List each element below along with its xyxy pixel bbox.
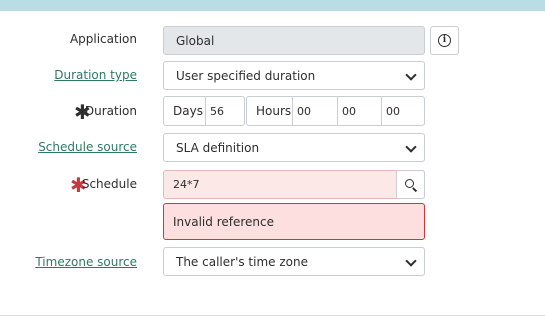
application-field: Global (163, 26, 425, 55)
application-label: Application (69, 32, 137, 46)
header-band (0, 0, 545, 11)
schedule-lookup-button[interactable] (396, 170, 425, 199)
schedule-label: Schedule (81, 177, 137, 191)
search-icon (404, 178, 417, 192)
duration-type-label[interactable]: Duration type (54, 68, 137, 82)
schedule-source-label[interactable]: Schedule source (38, 140, 137, 154)
duration-time-group: Hours 00 00 00 (246, 96, 425, 126)
schedule-source-value: SLA definition (176, 140, 260, 155)
hours-label: Hours (256, 104, 292, 118)
minutes-input[interactable]: 00 (337, 97, 381, 125)
duration-type-value: User specified duration (176, 68, 316, 83)
schedule-input[interactable]: 24*7 (164, 178, 396, 191)
schedule-error-message: Invalid reference (163, 203, 425, 240)
duration-label: Duration (84, 104, 137, 118)
application-info-button[interactable]: i (430, 26, 459, 55)
schedule-field[interactable]: 24*7 (163, 170, 425, 199)
seconds-input[interactable]: 00 (381, 97, 424, 125)
info-icon: i (438, 34, 451, 47)
duration-type-select[interactable]: User specified duration (163, 61, 425, 90)
timezone-source-select[interactable]: The caller's time zone (163, 247, 425, 276)
application-value: Global (176, 33, 215, 48)
divider (0, 315, 545, 316)
hours-input[interactable]: 00 (292, 97, 337, 125)
timezone-source-value: The caller's time zone (176, 254, 308, 269)
schedule-source-select[interactable]: SLA definition (163, 133, 425, 162)
timezone-source-label[interactable]: Timezone source (35, 255, 137, 269)
days-input[interactable]: 56 (205, 97, 244, 125)
days-label: Days (173, 104, 203, 118)
duration-days-group: Days 56 (163, 96, 245, 126)
